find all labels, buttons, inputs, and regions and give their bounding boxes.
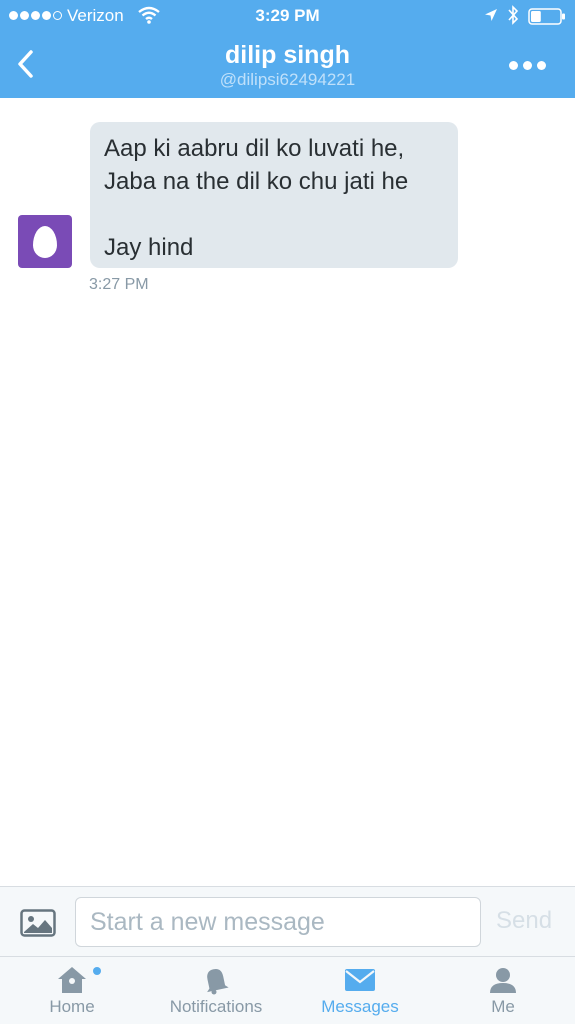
tab-me-label: Me <box>491 997 515 1016</box>
message-composer: Send <box>0 886 575 956</box>
status-bar: Verizon 3:29 PM <box>0 0 575 32</box>
home-icon <box>58 967 86 993</box>
more-horizontal-icon <box>508 60 518 70</box>
header: Verizon 3:29 PM dilip singh @dilipsi6249… <box>0 0 575 98</box>
conversation-thread[interactable]: Aap ki aabru dil ko luvati he, Jaba na t… <box>0 98 575 886</box>
avatar[interactable] <box>18 215 72 268</box>
tab-me[interactable]: Me <box>463 957 543 1024</box>
tab-home-label: Home <box>49 997 95 1016</box>
tab-messages-label: Messages <box>321 997 399 1016</box>
tab-home[interactable]: Home <box>22 957 122 1024</box>
page-title: dilip singh <box>225 41 350 69</box>
location-arrow-icon <box>485 9 497 21</box>
conversation-title: dilip singh @dilipsi62494221 <box>0 40 575 90</box>
tab-messages[interactable]: Messages <box>305 957 415 1024</box>
person-icon <box>490 968 516 993</box>
tab-notifications[interactable]: Notifications <box>150 957 282 1024</box>
tab-notifications-label: Notifications <box>169 997 263 1016</box>
tab-bar: Home Notifications Messages Me <box>0 956 575 1024</box>
battery-icon <box>528 8 565 25</box>
message-timestamp: 3:27 PM <box>89 276 149 293</box>
send-button[interactable]: Send <box>496 907 552 935</box>
user-handle: @dilipsi62494221 <box>219 70 356 89</box>
message-bubble[interactable]: Aap ki aabru dil ko luvati he, Jaba na t… <box>90 122 458 268</box>
envelope-icon <box>345 969 375 991</box>
home-badge <box>93 967 101 975</box>
message-input[interactable] <box>75 897 481 947</box>
bell-icon <box>207 969 229 995</box>
egg-avatar-icon <box>33 225 57 258</box>
photo-icon[interactable] <box>20 909 56 937</box>
bluetooth-icon <box>508 5 519 25</box>
message-text: Aap ki aabru dil ko luvati he, Jaba na t… <box>104 135 409 261</box>
more-options-button[interactable] <box>505 56 549 74</box>
